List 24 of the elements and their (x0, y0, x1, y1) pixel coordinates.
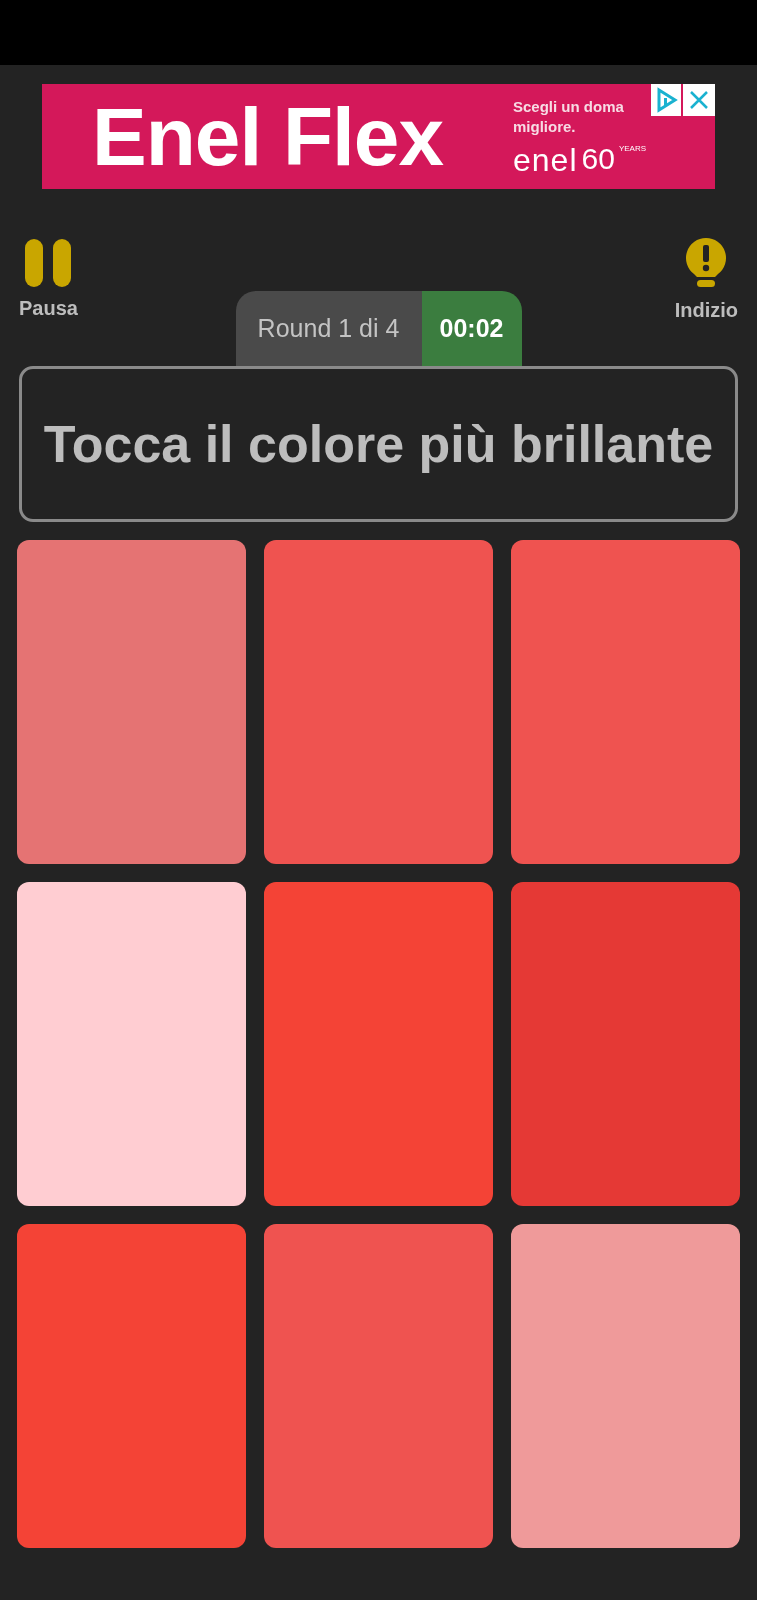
pause-icon (23, 239, 74, 287)
color-tile[interactable] (511, 882, 740, 1206)
color-tile[interactable] (17, 882, 246, 1206)
color-tile[interactable] (264, 1224, 493, 1548)
color-tile[interactable] (264, 540, 493, 864)
timer: 00:02 (421, 291, 522, 366)
lightbulb-icon (685, 237, 728, 289)
color-tile[interactable] (17, 540, 246, 864)
color-tile[interactable] (511, 1224, 740, 1548)
ad-info-icon[interactable] (651, 84, 681, 116)
ad-tagline: migliore. (513, 117, 577, 135)
prompt-text: Tocca il colore più brillante (43, 414, 714, 474)
brand-logo: enel (513, 143, 578, 176)
color-tile[interactable] (264, 882, 493, 1206)
logo-caption: YEARS (618, 143, 646, 153)
logo-number: 60 (581, 143, 615, 174)
round-counter: Round 1 di 4 (235, 291, 422, 366)
pause-button[interactable]: Pausa (19, 239, 78, 320)
close-icon[interactable] (683, 84, 715, 116)
ad-headline: Enel Flex (92, 89, 445, 184)
color-tile[interactable] (17, 1224, 246, 1548)
ad-tagline: Scegli un doma (513, 97, 625, 115)
hint-button[interactable]: Indizio (674, 237, 738, 322)
color-tile[interactable] (511, 540, 740, 864)
